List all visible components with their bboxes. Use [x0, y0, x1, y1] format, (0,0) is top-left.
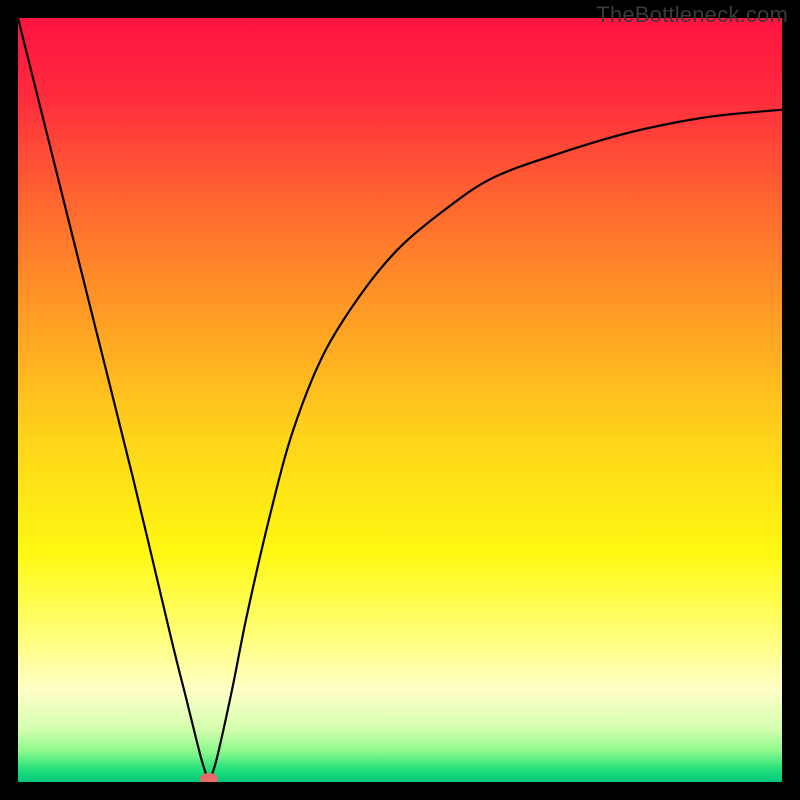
watermark-text: TheBottleneck.com: [596, 2, 788, 28]
gradient-background: [18, 18, 782, 782]
chart-stage: TheBottleneck.com: [0, 0, 800, 800]
plot-area: [18, 18, 782, 782]
chart-svg: [18, 18, 782, 782]
